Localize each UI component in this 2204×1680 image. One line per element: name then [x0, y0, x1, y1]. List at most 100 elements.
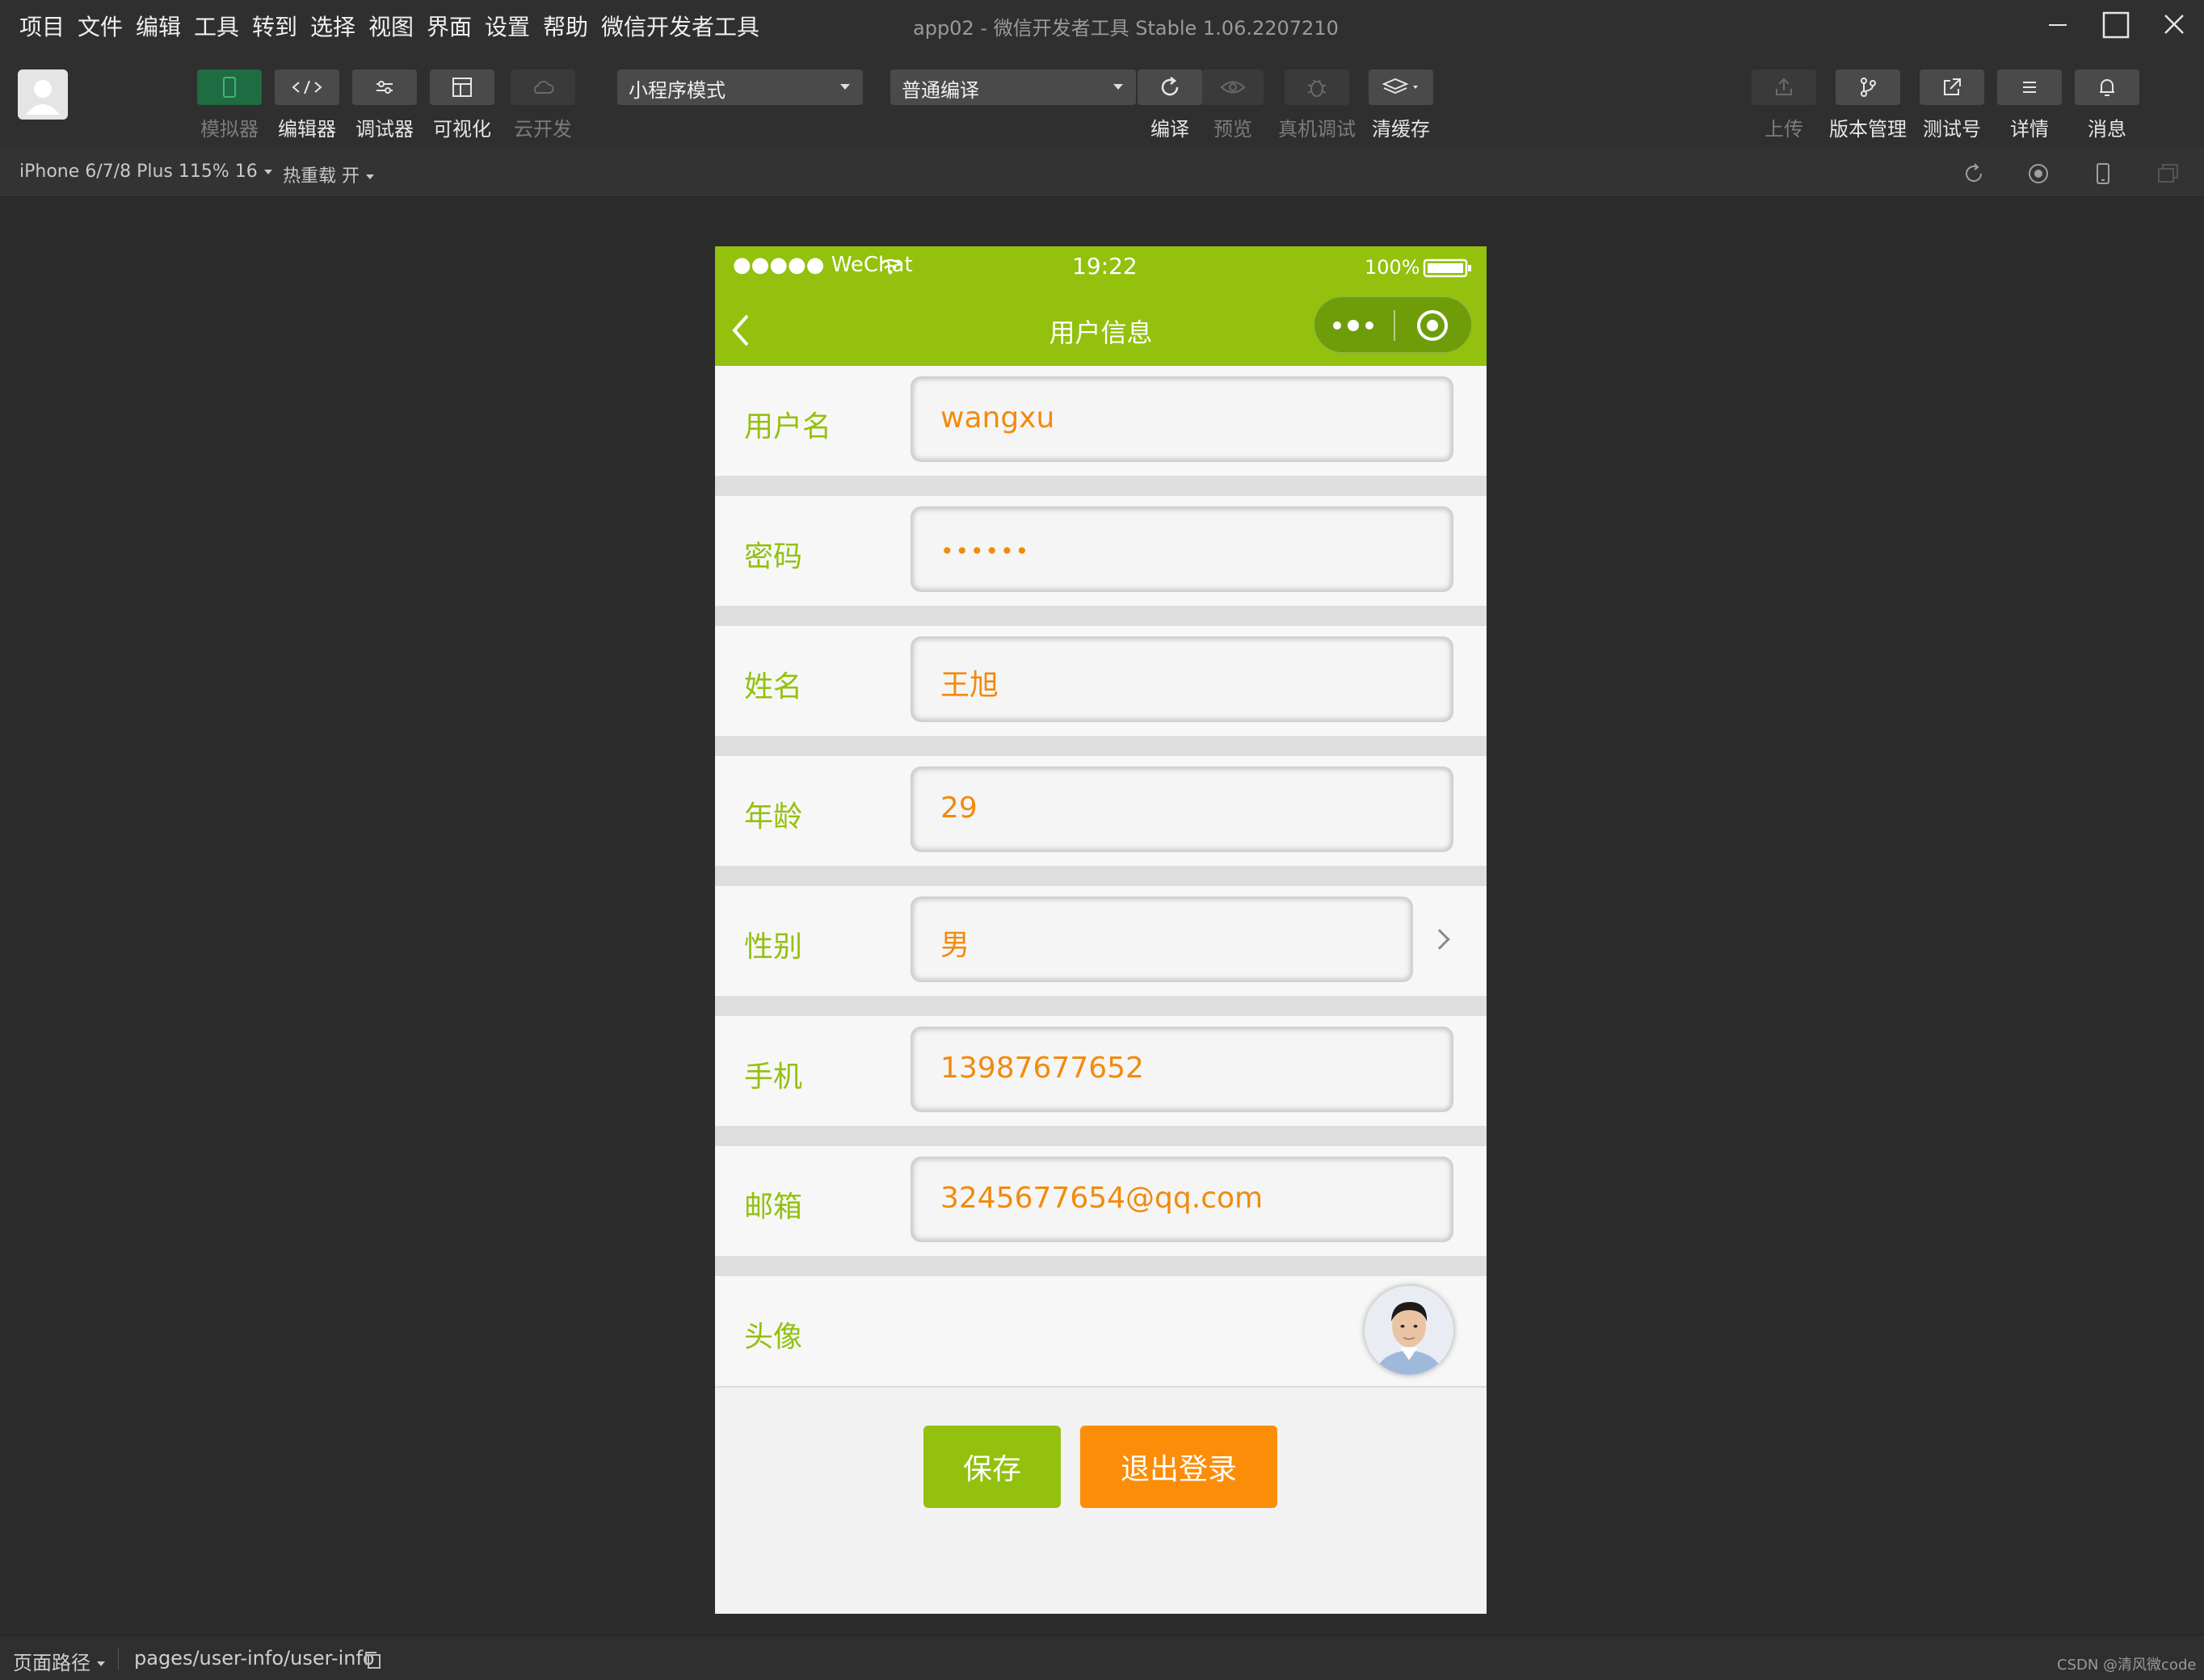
battery-percent: 100%	[1365, 256, 1420, 279]
email-value: 3245677654@qq.com	[940, 1182, 1264, 1215]
age-input[interactable]: 29	[911, 767, 1453, 851]
menu-help[interactable]: 帮助	[543, 10, 588, 42]
cloud-button[interactable]	[511, 69, 575, 105]
compile-select[interactable]: 普通编译	[890, 69, 1136, 105]
record-icon[interactable]	[2025, 160, 2052, 187]
simulator-label: 模拟器	[200, 118, 259, 141]
email-label: 邮箱	[744, 1191, 803, 1224]
details-label: 详情	[2010, 118, 2049, 141]
menu-devtools[interactable]: 微信开发者工具	[601, 10, 759, 42]
close-icon[interactable]	[2146, 6, 2202, 44]
phone-nav-bar: 用户信息	[715, 292, 1487, 366]
copy-icon[interactable]	[362, 1648, 385, 1671]
chevron-down-icon	[263, 170, 272, 174]
email-input[interactable]: 3245677654@qq.com	[911, 1157, 1453, 1241]
compile-button[interactable]	[1138, 69, 1202, 105]
menu-settings[interactable]: 设置	[485, 10, 530, 42]
name-label: 姓名	[744, 670, 803, 704]
clear-cache-button[interactable]	[1369, 69, 1433, 105]
logout-button[interactable]: 退出登录	[1080, 1426, 1277, 1508]
layout-icon	[452, 78, 472, 97]
phone-simulator: ●●●●● WeChat 19:22 100% 用户信息 用户名 wangxu	[715, 246, 1487, 1614]
more-dots-icon[interactable]	[1331, 315, 1379, 336]
bell-icon	[2100, 79, 2114, 96]
messages-label: 消息	[2088, 118, 2126, 141]
form-row-username: 用户名 wangxu	[715, 366, 1487, 476]
device-icon[interactable]	[2089, 160, 2117, 187]
refresh-icon	[1161, 77, 1179, 96]
page-path-toggle[interactable]: 页面路径	[13, 1647, 105, 1675]
menu-bar: 项目 文件 编辑 工具 转到 选择 视图 界面 设置 帮助 微信开发者工具 ap…	[0, 0, 2204, 52]
test-account-button[interactable]	[1920, 69, 1984, 105]
menu-file[interactable]: 文件	[78, 10, 123, 42]
phone-icon	[223, 77, 236, 98]
menu-project[interactable]: 项目	[19, 10, 65, 42]
detach-window-icon[interactable]	[2154, 160, 2181, 187]
form-row-name: 姓名 王旭	[715, 626, 1487, 736]
row-divider	[715, 996, 1487, 1016]
remote-debug-label: 真机调试	[1278, 118, 1356, 141]
menu-view[interactable]: 视图	[368, 10, 414, 42]
gender-picker[interactable]: 男	[911, 897, 1412, 981]
user-icon	[26, 80, 60, 115]
debugger-button[interactable]	[352, 69, 417, 105]
status-time: 19:22	[1072, 253, 1138, 279]
upload-icon	[1776, 78, 1792, 95]
password-label: 密码	[744, 540, 803, 573]
branch-icon	[1861, 78, 1876, 97]
profile-avatar[interactable]	[1365, 1286, 1453, 1375]
remote-debug-button[interactable]	[1285, 69, 1349, 105]
code-icon	[292, 80, 322, 94]
details-button[interactable]	[1997, 69, 2062, 105]
preview-label: 预览	[1213, 118, 1252, 141]
row-divider	[715, 606, 1487, 626]
chevron-down-icon	[840, 84, 850, 90]
preview-button[interactable]	[1202, 69, 1264, 105]
age-value: 29	[940, 792, 978, 825]
rotate-icon[interactable]	[1960, 160, 1987, 187]
menu-goto[interactable]: 转到	[252, 10, 297, 42]
visual-button[interactable]	[430, 69, 494, 105]
hot-reload-toggle[interactable]: 热重载 开	[283, 162, 374, 187]
hot-reload-value: 热重载 开	[283, 166, 360, 187]
form-row-avatar: 头像	[715, 1276, 1487, 1386]
phone-input[interactable]: 13987677652	[911, 1027, 1453, 1111]
status-divider	[118, 1648, 119, 1670]
gender-label: 性别	[744, 930, 803, 964]
menu-edit[interactable]: 编辑	[136, 10, 181, 42]
upload-button[interactable]	[1752, 69, 1816, 105]
messages-button[interactable]	[2075, 69, 2139, 105]
form-row-email: 邮箱 3245677654@qq.com	[715, 1146, 1487, 1256]
profile-photo-icon	[1365, 1286, 1453, 1375]
version-button[interactable]	[1836, 69, 1900, 105]
debugger-label: 调试器	[355, 118, 414, 141]
username-input[interactable]: wangxu	[911, 377, 1453, 461]
minimize-icon[interactable]	[2029, 6, 2086, 44]
form-row-password: 密码 ••••••	[715, 496, 1487, 606]
password-input[interactable]: ••••••	[911, 507, 1453, 591]
name-input[interactable]: 王旭	[911, 637, 1453, 721]
menu-tools[interactable]: 工具	[194, 10, 239, 42]
capsule-divider	[1394, 310, 1395, 341]
user-avatar[interactable]	[18, 69, 68, 120]
menu-select[interactable]: 选择	[310, 10, 355, 42]
maximize-icon[interactable]	[2088, 6, 2144, 44]
layers-icon	[1382, 78, 1418, 94]
form-row-gender[interactable]: 性别 男	[715, 886, 1487, 996]
clear-cache-label: 清缓存	[1372, 118, 1430, 141]
device-select-value: iPhone 6/7/8 Plus 115% 16	[19, 162, 258, 182]
exit-target-icon[interactable]	[1415, 308, 1450, 343]
editor-button[interactable]	[275, 69, 339, 105]
row-divider	[715, 1386, 1487, 1388]
row-divider	[715, 736, 1487, 756]
watermark-text: CSDN @清风微code	[2057, 1657, 2197, 1674]
menu-interface[interactable]: 界面	[427, 10, 472, 42]
window-title: app02 - 微信开发者工具 Stable 1.06.2207210	[913, 17, 1339, 40]
simulator-button[interactable]	[197, 69, 262, 105]
device-select[interactable]: iPhone 6/7/8 Plus 115% 16	[19, 162, 272, 182]
test-account-label: 测试号	[1923, 118, 1981, 141]
save-button[interactable]: 保存	[923, 1426, 1061, 1508]
cloud-label: 云开发	[514, 118, 572, 141]
form-row-age: 年龄 29	[715, 756, 1487, 866]
mode-select[interactable]: 小程序模式	[617, 69, 863, 105]
